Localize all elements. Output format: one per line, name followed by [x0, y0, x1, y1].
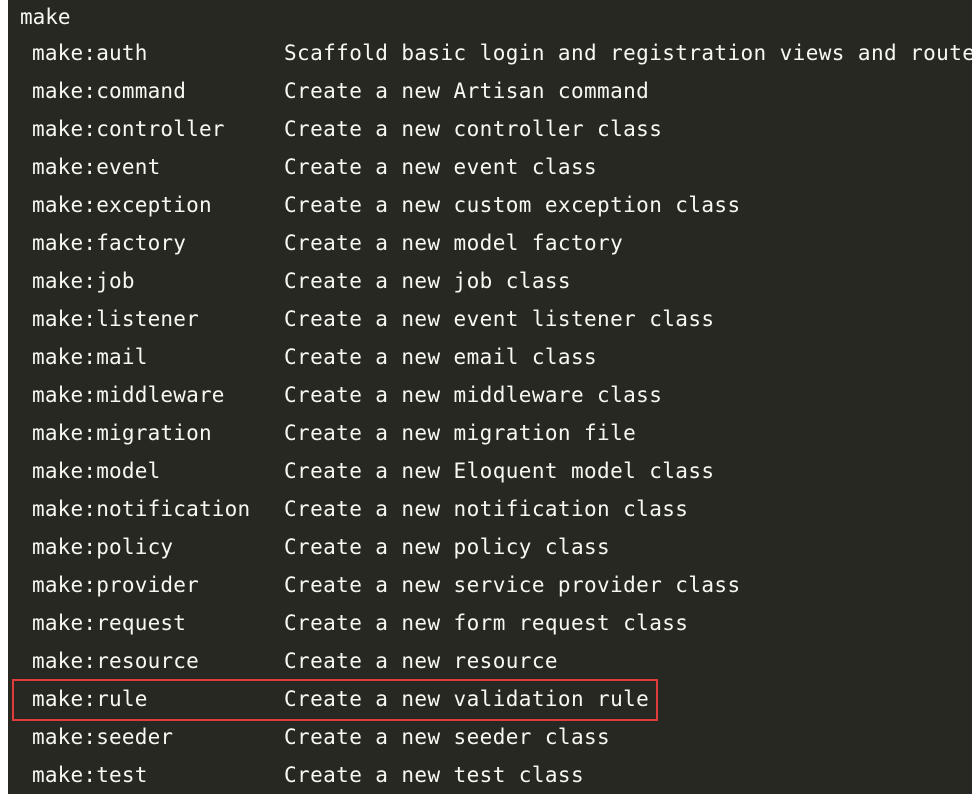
command-name: make:middleware: [32, 383, 225, 407]
command-row: make:migration Create a new migration fil…: [8, 418, 972, 456]
command-name: make:model: [32, 459, 161, 483]
command-description: Create a new event class: [284, 155, 598, 179]
command-row: make:policy Create a new policy class: [8, 532, 972, 570]
command-description: Create a new test class: [284, 763, 584, 787]
command-name: make:rule: [32, 687, 148, 711]
command-row: make:exception Create a new custom except…: [8, 190, 972, 228]
command-name: make:job: [32, 269, 135, 293]
command-row: make:factory Create a new model factory: [8, 228, 972, 266]
command-description: Create a new Artisan command: [284, 79, 650, 103]
command-name: make:notification: [32, 497, 251, 521]
command-row: make:mail Create a new email class: [8, 342, 972, 380]
command-row: make:middleware Create a new middleware c…: [8, 380, 972, 418]
command-row: make:listener Create a new event listener…: [8, 304, 972, 342]
command-name: make:exception: [32, 193, 212, 217]
command-row: make:provider Create a new service provid…: [8, 570, 972, 608]
command-description: Create a new custom exception class: [284, 193, 741, 217]
command-name: make:seeder: [32, 725, 174, 749]
command-description: Create a new event listener class: [284, 307, 715, 331]
command-description: Create a new job class: [284, 269, 571, 293]
command-name: make:test: [32, 763, 148, 787]
command-description: Scaffold basic login and registration vi…: [284, 41, 972, 65]
command-name: make:listener: [32, 307, 199, 331]
command-description: Create a new resource: [284, 649, 558, 673]
command-name: make:factory: [32, 231, 187, 255]
command-name: make:request: [32, 611, 187, 635]
command-name: make:provider: [32, 573, 199, 597]
command-group-title: make: [20, 5, 71, 29]
command-row: make:resource Create a new resource: [8, 646, 972, 684]
command-row: make:event Create a new event class: [8, 152, 972, 190]
command-row: make:job Create a new job class: [8, 266, 972, 304]
command-row: make:request Create a new form request cl…: [8, 608, 972, 646]
command-description: Create a new middleware class: [284, 383, 663, 407]
command-name: make:mail: [32, 345, 148, 369]
command-description: Create a new model factory: [284, 231, 624, 255]
command-row: make:auth Scaffold basic login and regist…: [8, 38, 972, 76]
command-row: make:notification Create a new notificati…: [8, 494, 972, 532]
command-description: Create a new seeder class: [284, 725, 611, 749]
command-row: make:test Create a new test class: [8, 760, 972, 794]
command-description: Create a new validation rule: [284, 687, 650, 711]
command-name: make:event: [32, 155, 161, 179]
terminal-output: make make:auth Scaffold basic login and r…: [8, 0, 972, 794]
command-name: make:controller: [32, 117, 225, 141]
command-row: make:controller Create a new controller c…: [8, 114, 972, 152]
command-name: make:auth: [32, 41, 148, 65]
command-description: Create a new Eloquent model class: [284, 459, 715, 483]
command-name: make:resource: [32, 649, 199, 673]
command-name: make:migration: [32, 421, 212, 445]
command-row-highlighted: make:rule Create a new validation rule: [8, 679, 972, 722]
command-name: make:policy: [32, 535, 174, 559]
command-list: make:auth Scaffold basic login and regist…: [8, 38, 972, 794]
command-row: make:command Create a new Artisan command: [8, 76, 972, 114]
command-description: Create a new policy class: [284, 535, 611, 559]
command-description: Create a new notification class: [284, 497, 689, 521]
command-description: Create a new controller class: [284, 117, 663, 141]
command-description: Create a new service provider class: [284, 573, 741, 597]
command-row: make:seeder Create a new seeder class: [8, 722, 972, 760]
command-row: make:model Create a new Eloquent model cl…: [8, 456, 972, 494]
command-name: make:command: [32, 79, 187, 103]
command-description: Create a new email class: [284, 345, 598, 369]
command-description: Create a new migration file: [284, 421, 637, 445]
command-description: Create a new form request class: [284, 611, 689, 635]
